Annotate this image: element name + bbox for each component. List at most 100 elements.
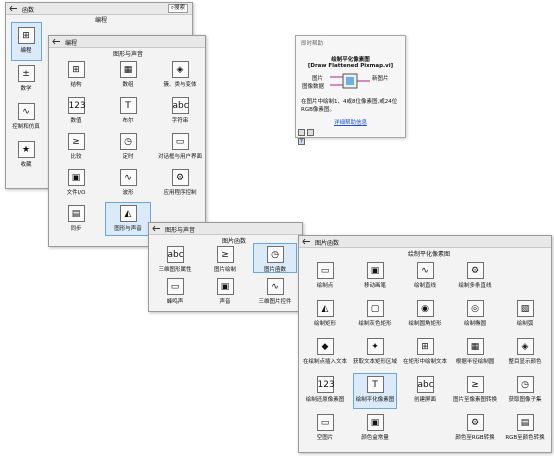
- picture-palette-item[interactable]: ⊞ 在矩形中绘制文本: [401, 338, 449, 366]
- picture-palette-item[interactable]: ▣ 颜色盒常量: [351, 414, 399, 442]
- graphics-palette-icon: ◷: [266, 246, 284, 263]
- picture-palette-item[interactable]: ∿ 绘制直线: [401, 262, 449, 290]
- programming-palette-item[interactable]: ◷ 定时: [103, 133, 153, 161]
- programming-palette-label: 簇、类与变体: [163, 82, 197, 88]
- picture-palette-label: 移动画笔: [363, 283, 386, 289]
- picture-palette-icon: ◭: [316, 300, 334, 317]
- picture-palette-icon: ▭: [316, 414, 334, 431]
- picture-palette-label: 绘制矩形: [313, 321, 336, 327]
- picture-palette-item[interactable]: ◈ 整目显示颜色: [501, 338, 549, 366]
- graphics-palette-item[interactable]: ▭ 蜂鸣声: [151, 278, 199, 306]
- picture-palette-item[interactable]: T 绘制平化像素图: [351, 376, 399, 404]
- programming-palette-item[interactable]: T 布尔: [103, 97, 153, 125]
- picture-palette-icon: ◆: [316, 338, 334, 355]
- graphics-palette-item[interactable]: ▣ 声音: [201, 278, 249, 306]
- programming-palette-label: 布尔: [122, 118, 134, 124]
- programming-palette-icon: ◈: [171, 61, 189, 78]
- graphics-palette-item[interactable]: ≥ 图片绘制: [201, 246, 249, 274]
- programming-palette-item[interactable]: abc 字符串: [155, 97, 205, 125]
- programming-palette-label: 同步: [70, 226, 82, 232]
- picture-palette-item[interactable]: ▤ RGB至颜色转换: [501, 414, 549, 442]
- picture-palette-icon: ≥: [466, 376, 484, 393]
- picture-palette-label: 绘制圆角矩形: [408, 321, 442, 327]
- picture-palette-label: 绘制弧: [516, 321, 534, 327]
- programming-palette-item[interactable]: ∿ 波形: [103, 169, 153, 197]
- functions-titlebar: 函数 ⌕搜索: [6, 3, 192, 15]
- picture-palette-item[interactable]: ✦ 获取文本矩形区域: [351, 338, 399, 366]
- picture-palette-icon: ◈: [516, 338, 534, 355]
- picture-palette-item[interactable]: ⚙ 颜色至RGB转换: [451, 414, 499, 442]
- graphics-palette-icon: ≥: [216, 246, 234, 263]
- picture-palette-label: 空图片: [316, 435, 334, 441]
- pin-icon[interactable]: [302, 238, 311, 245]
- programming-palette-item[interactable]: ≥ 比较: [51, 133, 101, 161]
- picture-palette-item[interactable]: ▭ 空图片: [301, 414, 349, 442]
- programming-palette-icon: ⊞: [67, 61, 85, 78]
- picture-palette-label: 根据半径绘制圆: [455, 359, 495, 365]
- picture-palette-label: 获取图像子集: [508, 397, 542, 403]
- context-help-window: 即时帮助 绘制平化像素图 [Draw Flattened Pixmap.vi] …: [295, 35, 406, 145]
- output-picture-label: 新图片: [372, 76, 389, 82]
- programming-palette-icon: ▣: [67, 169, 85, 186]
- programming-palette-item[interactable]: ▣ 文件I/O: [51, 169, 101, 197]
- detailed-help-link[interactable]: 详细帮助信息: [296, 118, 405, 126]
- picture-palette-label: 整目显示颜色: [508, 359, 542, 365]
- picture-palette-item[interactable]: ≥ 图片至像素图转换: [451, 376, 499, 404]
- programming-palette-icon: 123: [67, 97, 86, 114]
- control-icon: ∿: [17, 103, 35, 120]
- programming-palette-item[interactable]: ▤ 同步: [51, 205, 101, 233]
- graphics-palette-icon: abc: [166, 246, 184, 263]
- picture-palette-item[interactable]: ▢ 绘制灰色矩形: [351, 300, 399, 328]
- picture-palette-label: 颜色至RGB转换: [455, 435, 495, 441]
- graphics-palette-label: 三维图形属性: [158, 267, 192, 273]
- palette-title: 图片函数: [315, 240, 340, 247]
- picture-palette-item[interactable]: ◎ 绘制椭圆: [451, 300, 499, 328]
- search-button[interactable]: ⌕搜索: [167, 4, 188, 13]
- picture-palette-item[interactable]: 123 绘制还原像素图: [301, 376, 349, 404]
- picture-palette-item[interactable]: ◷ 获取图像子集: [501, 376, 549, 404]
- graphics-palette-item[interactable]: abc 三维图形属性: [151, 246, 199, 274]
- programming-palette-item[interactable]: 123 数值: [51, 97, 101, 125]
- programming-palette-item[interactable]: ▭ 对话框与用户界面: [155, 133, 205, 161]
- graphics-sound-palette: 图形与声音 图片函数 abc 三维图形属性 ≥ 图片绘制 ◷ 图片函数 ▭ 蜂鸣声 ▣ 声音 ∿ 三维…: [148, 222, 303, 312]
- picture-palette-item[interactable]: ⚙ 绘制多条直线: [451, 262, 499, 290]
- graphics-palette-item[interactable]: ∿ 三维图片控件: [251, 278, 299, 306]
- picture-palette-icon: ▭: [316, 262, 334, 279]
- picture-palette-icon: ▤: [516, 414, 534, 431]
- picture-palette-icon: ◉: [416, 300, 434, 317]
- picture-palette-icon: ⚙: [466, 262, 484, 279]
- picture-palette-item[interactable]: ◆ 在绘制点插入文本: [301, 338, 349, 366]
- pin-icon[interactable]: [52, 38, 61, 45]
- picture-palette-icon: ◎: [466, 300, 484, 317]
- graphics-palette-label: 图片函数: [263, 267, 286, 273]
- show-optional-icon[interactable]: [306, 129, 314, 136]
- lock-icon[interactable]: [298, 129, 305, 136]
- programming-palette-label: 字符串: [171, 118, 189, 124]
- programming-palette-icon: ▤: [67, 205, 85, 222]
- picture-palette-icon: ▧: [516, 300, 534, 317]
- programming-palette-icon: ▭: [171, 133, 189, 150]
- graphics-palette-icon: ∿: [266, 278, 284, 295]
- programming-palette-item[interactable]: ⚙ 应用程序控制: [155, 169, 205, 197]
- picture-palette-icon: ▦: [466, 338, 484, 355]
- programming-palette-item[interactable]: ◈ 簇、类与变体: [155, 61, 205, 89]
- pin-icon[interactable]: [152, 225, 161, 232]
- programming-palette-icon: ⚙: [171, 169, 189, 186]
- picture-palette-label: 在矩形中绘制文本: [402, 359, 447, 365]
- picture-palette-item[interactable]: ▧ 绘制弧: [501, 300, 549, 328]
- picture-palette-item[interactable]: ▭ 绘制点: [301, 262, 349, 290]
- picture-palette-item[interactable]: ▣ 移动画笔: [351, 262, 399, 290]
- picture-palette-item[interactable]: ▦ 根据半径绘制圆: [451, 338, 499, 366]
- picture-palette-item[interactable]: ◉ 绘制圆角矩形: [401, 300, 449, 328]
- programming-palette-item[interactable]: ◭ 图形与声音: [103, 205, 153, 233]
- programming-palette-item[interactable]: ⊞ 结构: [51, 61, 101, 89]
- picture-palette-item[interactable]: ◭ 绘制矩形: [301, 300, 349, 328]
- math-icon: ±: [17, 65, 35, 82]
- picture-palette-item[interactable]: abc 创建屏面: [401, 376, 449, 404]
- help-question-icon[interactable]: ?: [298, 138, 305, 145]
- graphics-palette-item[interactable]: ◷ 图片函数: [251, 246, 299, 274]
- programming-palette-item[interactable]: ▦ 数组: [103, 61, 153, 89]
- pin-icon[interactable]: [9, 5, 18, 12]
- programming-icon: ⊞: [17, 27, 35, 44]
- picture-palette-label: 绘制灰色矩形: [358, 321, 392, 327]
